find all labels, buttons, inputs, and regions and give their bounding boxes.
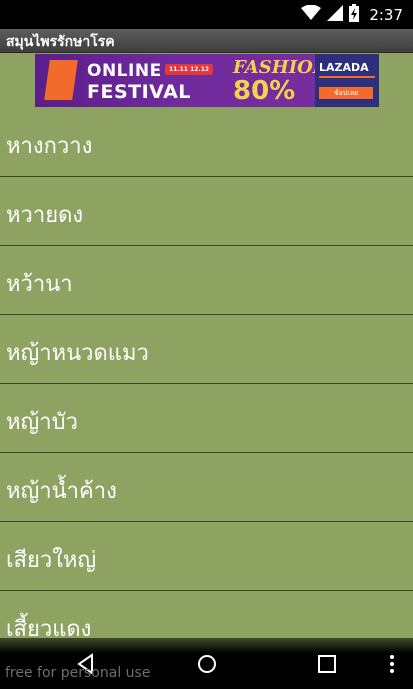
list-item[interactable]: หวายดง [0,177,413,246]
app-title-bar: สมุนไพรรักษาโรค [0,29,413,53]
ad-dates-badge: 11.11 12.12 [165,64,214,75]
status-bar: 2:37 [0,0,413,29]
ad-headline-line2: FESTIVAL [87,81,191,103]
list-item-label: หญ้าบัว [6,410,78,435]
list-item-label: หญ้าหนวดแมว [6,341,149,366]
list-item-label: หวายดง [6,203,84,228]
list-item-label: หญ้าน้ำค้าง [6,479,117,504]
home-icon[interactable] [195,652,219,676]
list-item-label: หางกวาง [6,134,93,159]
list-item[interactable]: เสียวใหญ่ [0,522,413,591]
ad-headline-line1: ONLINE [87,61,162,81]
app-title: สมุนไพรรักษาโรค [6,34,115,50]
wifi-icon [301,4,322,25]
list-item[interactable]: หญ้าน้ำค้าง [0,453,413,522]
watermark-text: free for personal use [5,665,151,681]
battery-charging-icon [349,3,360,26]
list-item[interactable]: หางกวาง [0,108,413,177]
ad-shop-button[interactable]: ช้อปเลย [319,87,373,99]
herb-list: หางกวาง หวายดง หว้านา หญ้าหนวดแมว หญ้าบั… [0,108,413,660]
status-icons: 2:37 [301,0,403,29]
ad-shopping-bag-graphic [44,60,78,100]
list-item[interactable]: หญ้าหนวดแมว [0,315,413,384]
navigation-bar [0,638,413,689]
signal-icon [327,4,344,25]
ad-brand-underline [319,76,375,78]
list-item-label: หว้านา [6,272,73,297]
list-item[interactable]: หว้านา [0,246,413,315]
list-item[interactable]: หญ้าบัว [0,384,413,453]
ad-discount: 80% [233,76,296,106]
overflow-menu-icon[interactable] [380,652,404,676]
ad-banner[interactable]: ONLINE 11.11 12.12 FESTIVAL FASHION 80% … [35,54,379,107]
list-item-label: เสียวใหญ่ [6,548,97,573]
recents-icon[interactable] [315,652,339,676]
ad-brand-logo: LAZADA [319,61,369,74]
status-time: 2:37 [369,5,403,24]
